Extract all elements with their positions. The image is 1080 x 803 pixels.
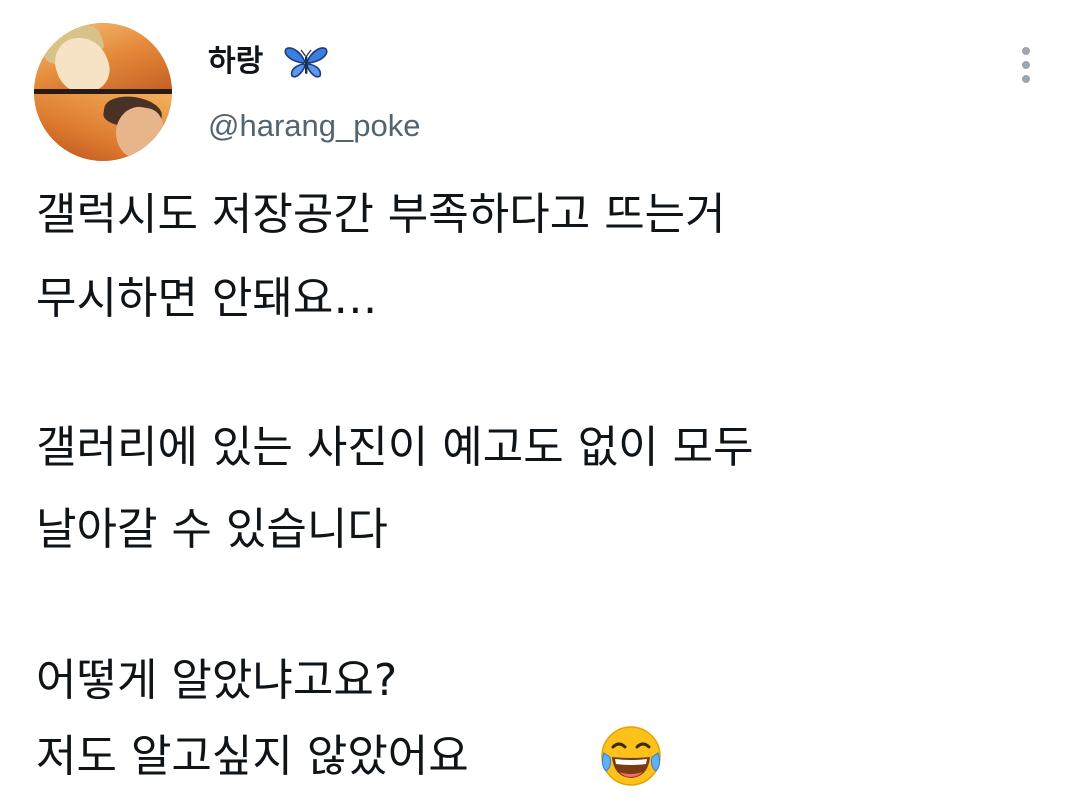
tweet: 하랑 @harang_poke 갤럭시도 저장공간 부족하다고 뜨는거 무시하면… [0,0,1080,803]
user-handle[interactable]: @harang_poke [208,104,420,148]
more-options-button[interactable] [1012,45,1040,85]
tweet-text-line: 무시하면 안돼요… [36,273,378,324]
display-name[interactable]: 하랑 [208,40,263,84]
tweet-text-line: 어떻게 알았냐고요? [36,655,398,706]
tweet-text-line: 갤러리에 있는 사진이 예고도 없이 모두 [36,422,754,473]
butterfly-emoji [284,47,328,78]
avatar[interactable] [34,23,172,161]
tweet-text-line: 갤럭시도 저장공간 부족하다고 뜨는거 [36,189,726,240]
face-with-tears-of-joy-emoji [601,726,661,786]
avatar-panel-divider [34,89,172,94]
more-vertical-icon [1022,61,1030,69]
more-vertical-icon [1022,75,1030,83]
more-vertical-icon [1022,47,1030,55]
tweet-text-line: 날아갈 수 있습니다 [36,504,388,555]
tweet-text-line: 저도 알고싶지 않았어요 [36,731,469,782]
